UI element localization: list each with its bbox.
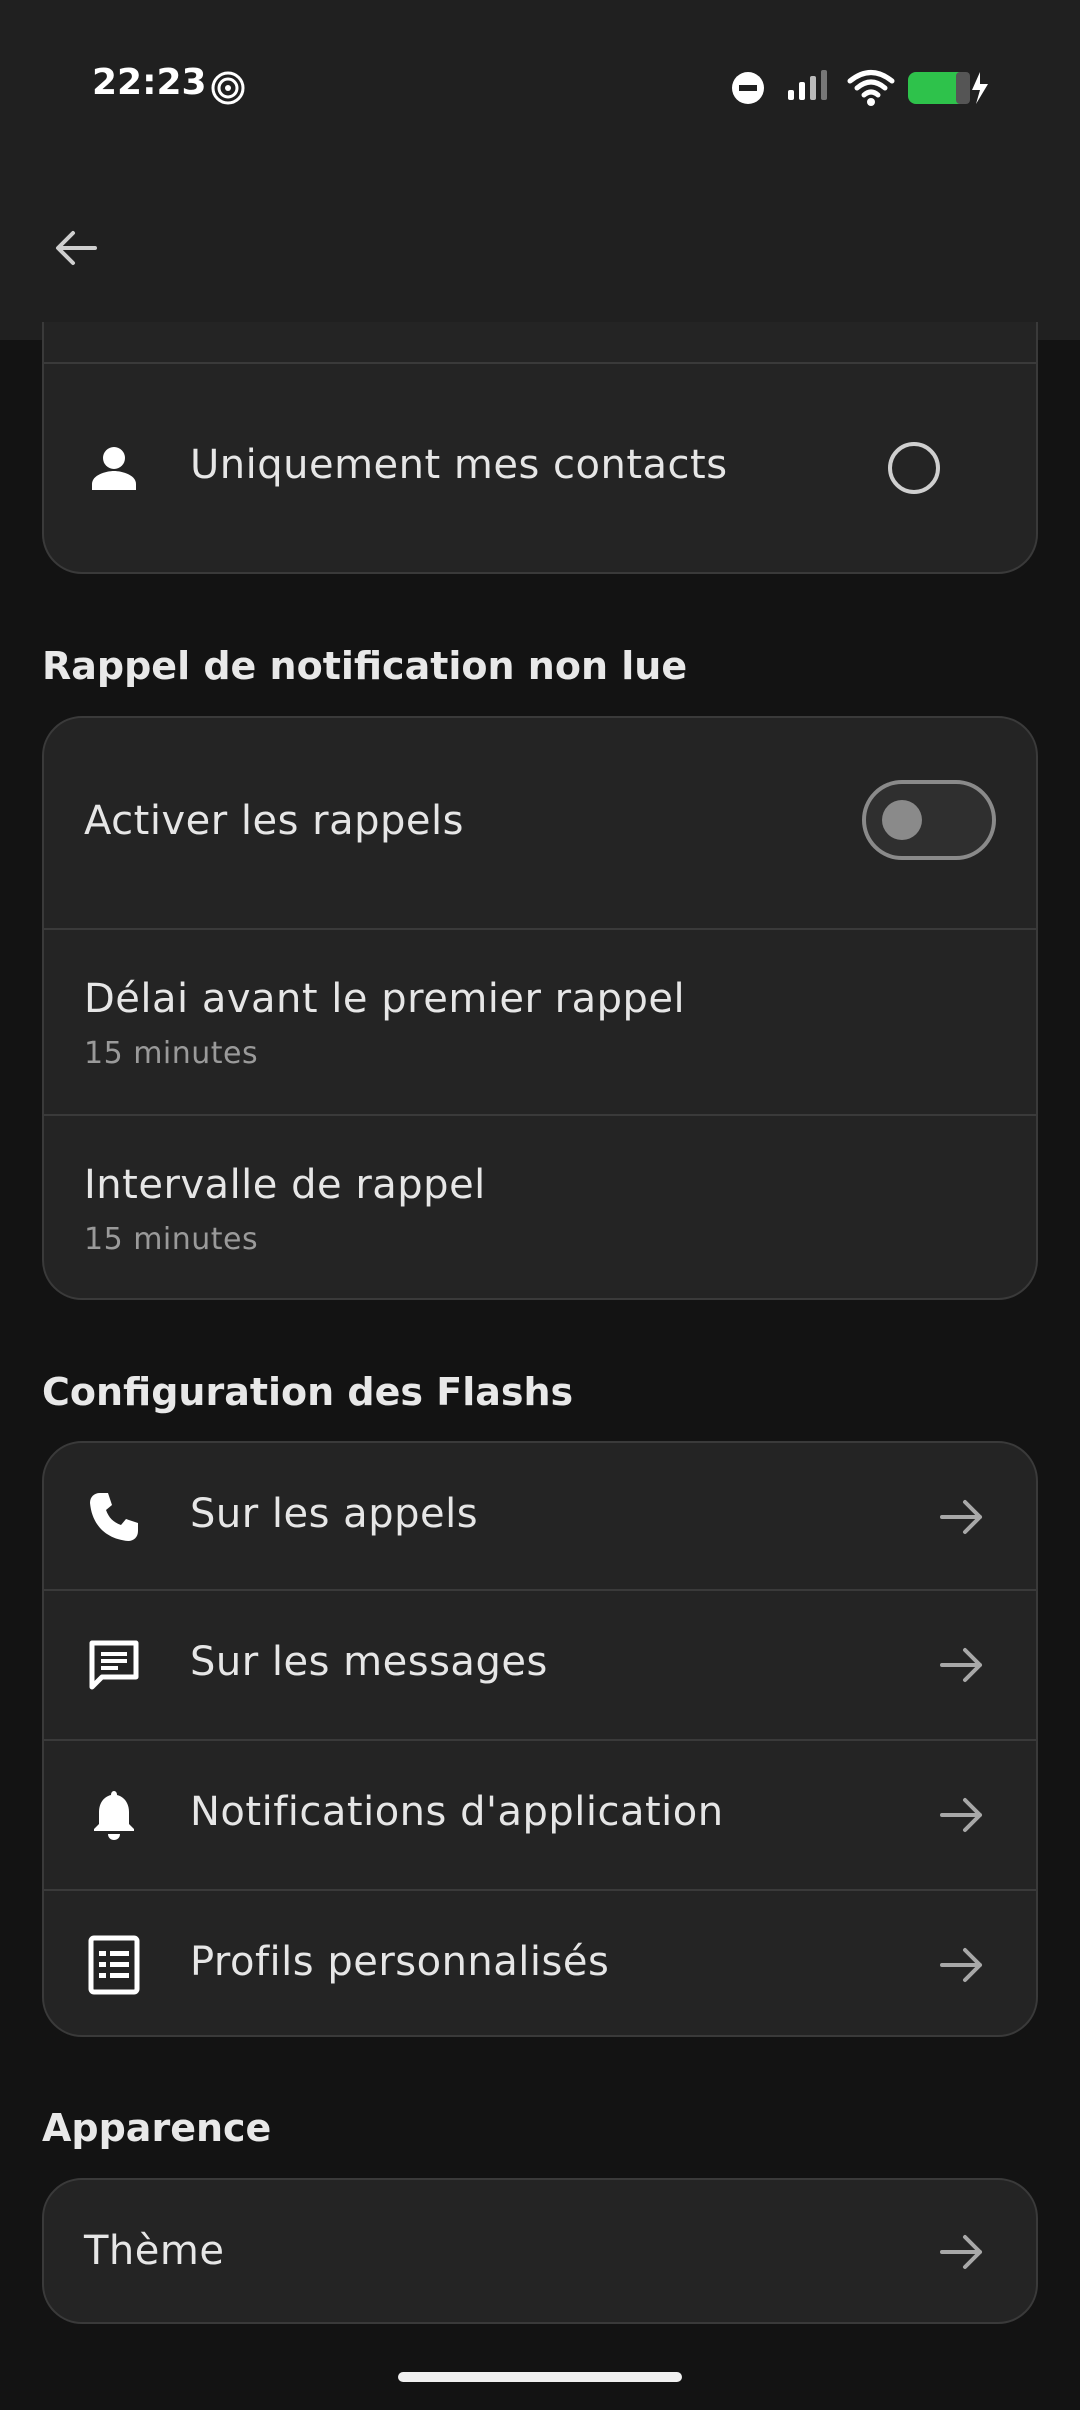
signal-icon <box>786 66 836 110</box>
contacts-card: Uniquement mes contacts <box>42 322 1038 574</box>
app-bar <box>0 170 1080 340</box>
flash-item-custom-profiles[interactable]: Profils personnalisés <box>44 1891 1036 2035</box>
contacts-only-option[interactable]: Uniquement mes contacts <box>44 364 1036 572</box>
first-delay-label: Délai avant le premier rappel <box>84 976 686 1022</box>
interval-label: Intervalle de rappel <box>84 1162 486 1208</box>
theme-label: Thème <box>84 2228 225 2274</box>
arrow-right-icon <box>932 1487 992 1547</box>
hotspot-icon <box>208 68 248 108</box>
interval-row[interactable]: Intervalle de rappel 15 minutes <box>44 1116 1036 1298</box>
back-button[interactable] <box>40 215 110 285</box>
flash-card: Sur les appels Sur les messages Notifica… <box>42 1441 1038 2037</box>
message-icon <box>84 1635 144 1695</box>
status-bar: 22:23 <box>0 0 1080 170</box>
toggle-knob <box>882 800 922 840</box>
appearance-section-title: Apparence <box>42 2106 272 2150</box>
arrow-right-icon <box>932 1635 992 1695</box>
enable-reminders-label: Activer les rappels <box>84 798 464 844</box>
status-time: 22:23 <box>92 62 207 103</box>
flash-item-calls-label: Sur les appels <box>190 1491 479 1537</box>
enable-reminders-toggle[interactable] <box>862 780 996 860</box>
flash-item-custom-profiles-label: Profils personnalisés <box>190 1939 610 1985</box>
arrow-right-icon <box>932 1935 992 1995</box>
flash-item-messages-label: Sur les messages <box>190 1639 548 1685</box>
battery-charging-icon <box>906 66 990 110</box>
reminder-section-title: Rappel de notification non lue <box>42 644 688 688</box>
contacts-only-label: Uniquement mes contacts <box>190 442 728 488</box>
phone-icon <box>84 1487 144 1547</box>
flash-item-app-notifications-label: Notifications d'application <box>190 1789 724 1835</box>
person-icon <box>84 438 144 498</box>
appearance-card: Thème <box>42 2178 1038 2324</box>
back-arrow-icon <box>51 224 99 276</box>
bell-icon <box>84 1785 144 1845</box>
wifi-icon <box>846 66 896 110</box>
reminder-card: Activer les rappels Délai avant le premi… <box>42 716 1038 1300</box>
flash-section-title: Configuration des Flashs <box>42 1370 574 1414</box>
first-delay-row[interactable]: Délai avant le premier rappel 15 minutes <box>44 930 1036 1114</box>
theme-row[interactable]: Thème <box>44 2180 1036 2322</box>
arrow-right-icon <box>932 2222 992 2282</box>
flash-item-calls[interactable]: Sur les appels <box>44 1443 1036 1589</box>
flash-item-app-notifications[interactable]: Notifications d'application <box>44 1741 1036 1889</box>
document-list-icon <box>84 1935 144 1995</box>
arrow-right-icon <box>932 1785 992 1845</box>
flash-item-messages[interactable]: Sur les messages <box>44 1591 1036 1739</box>
do-not-disturb-icon <box>730 66 770 110</box>
interval-value: 15 minutes <box>84 1222 259 1257</box>
contacts-only-radio[interactable] <box>888 442 940 494</box>
home-indicator[interactable] <box>398 2372 682 2382</box>
enable-reminders-row[interactable]: Activer les rappels <box>44 718 1036 928</box>
first-delay-value: 15 minutes <box>84 1036 259 1071</box>
